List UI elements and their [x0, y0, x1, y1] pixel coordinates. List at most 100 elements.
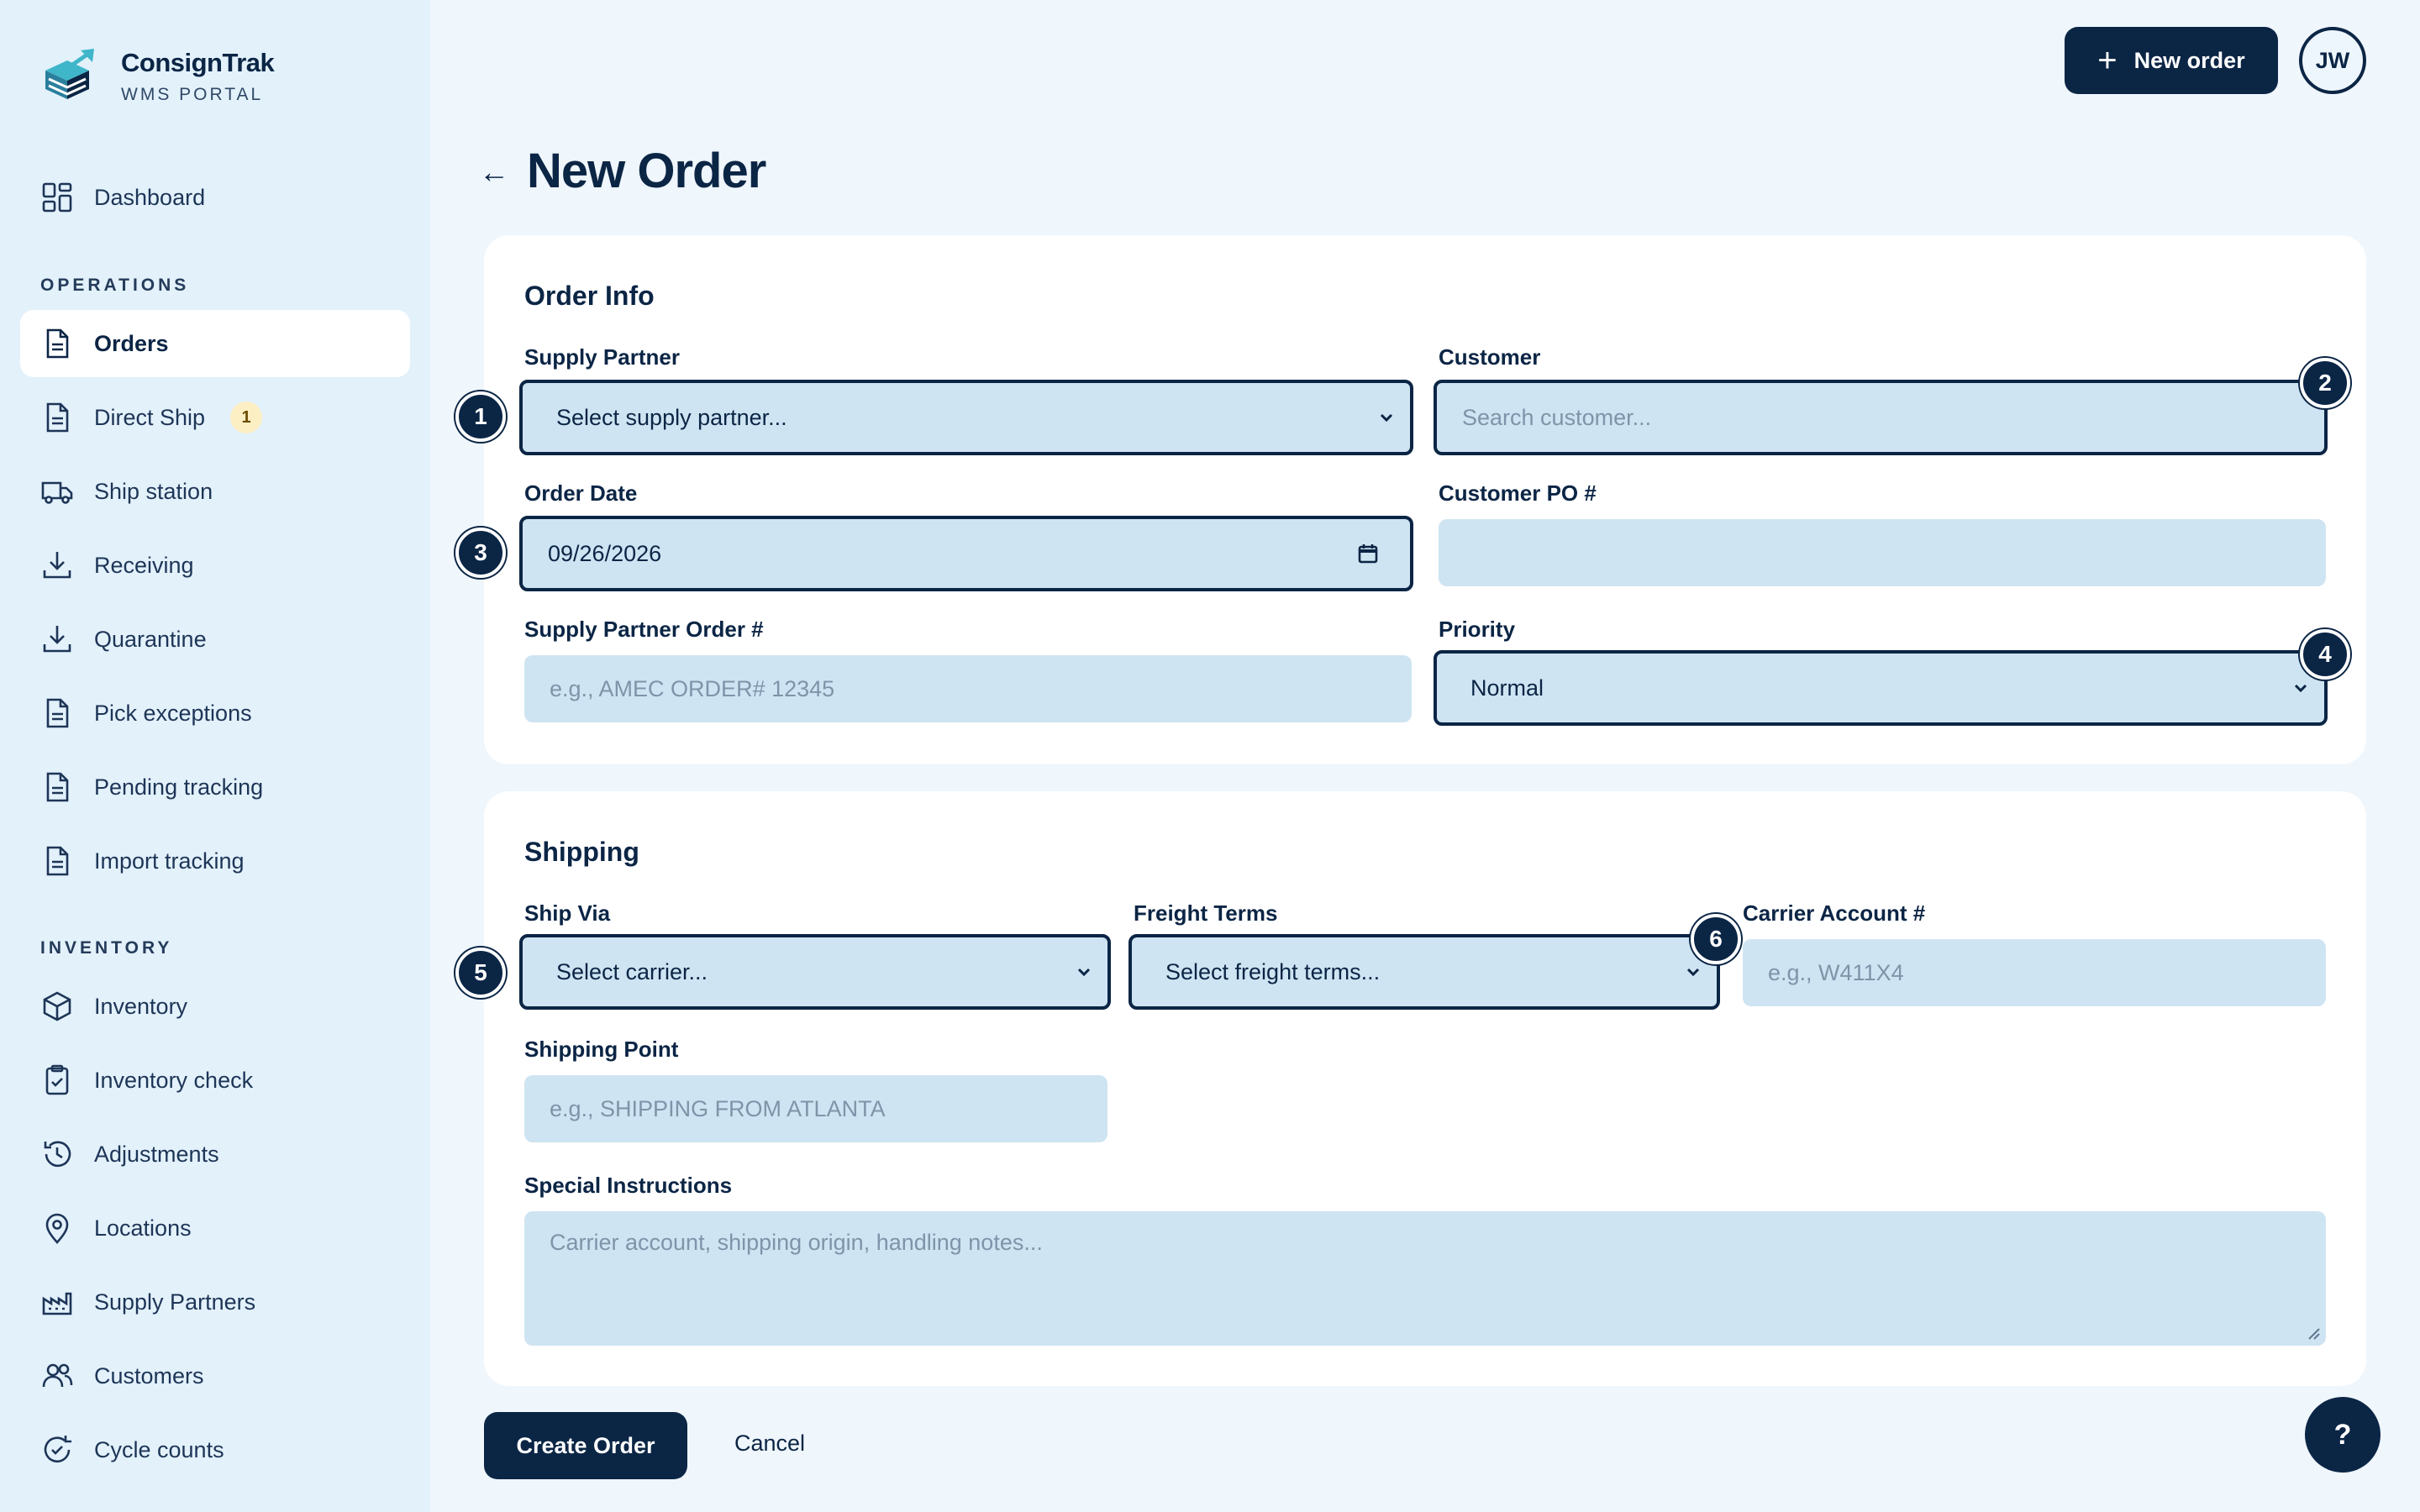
download-icon [40, 622, 74, 656]
ship-via-select[interactable]: Select carrier... [519, 934, 1111, 1010]
freight-terms-select[interactable]: Select freight terms... [1128, 934, 1720, 1010]
sidebar-item-pending-tracking[interactable]: Pending tracking [20, 753, 410, 821]
customer-search-input[interactable]: Search customer... [1434, 380, 2328, 455]
grid-icon [40, 181, 74, 214]
new-order-button[interactable]: + New order [2065, 27, 2278, 94]
customer-placeholder: Search customer... [1462, 404, 1652, 430]
sidebar-item-label: Customers [94, 1362, 204, 1389]
sidebar-item-dashboard[interactable]: Dashboard [20, 164, 410, 231]
step-marker-1: 1 [455, 391, 506, 442]
chevron-down-icon [1077, 968, 1091, 977]
sidebar-item-label: Orders [94, 330, 169, 356]
page-title: New Order [527, 144, 766, 198]
sidebar-item-label: Inventory check [94, 1067, 254, 1093]
cancel-button[interactable]: Cancel [734, 1431, 805, 1457]
order-info-title: Order Info [524, 281, 655, 311]
document-icon [40, 327, 74, 360]
download-icon [40, 549, 74, 582]
sidebar-item-label: Pending tracking [94, 774, 264, 800]
back-arrow-icon[interactable]: ← [479, 155, 509, 190]
special-instructions-textarea[interactable]: Carrier account, shipping origin, handli… [524, 1211, 2326, 1346]
sidebar-item-customers[interactable]: Customers [20, 1342, 410, 1410]
sidebar-item-label: Locations [94, 1215, 192, 1241]
step-marker-4: 4 [2300, 629, 2350, 680]
priority-label: Priority [1439, 617, 1516, 642]
consigntrak-logo-icon [45, 49, 94, 99]
customer-po-label: Customer PO # [1439, 480, 1597, 506]
sidebar-item-orders[interactable]: Orders [20, 310, 410, 377]
sidebar-item-pick-exceptions[interactable]: Pick exceptions [20, 680, 410, 747]
chevron-down-icon [1380, 413, 1393, 423]
history-icon [40, 1137, 74, 1171]
brand-name: ConsignTrak [121, 48, 275, 77]
ship-via-value: Select carrier... [556, 958, 708, 984]
document-icon [40, 696, 74, 730]
help-button[interactable]: ? [2305, 1397, 2381, 1473]
sidebar-item-label: Direct Ship [94, 404, 206, 430]
chevron-down-icon [1686, 968, 1700, 977]
map-pin-icon [40, 1211, 74, 1245]
shipping-point-input[interactable]: e.g., SHIPPING FROM ATLANTA [524, 1075, 1107, 1142]
create-order-button[interactable]: Create Order [484, 1412, 687, 1479]
priority-value: Normal [1470, 675, 1544, 701]
truck-icon [40, 475, 74, 508]
sidebar-item-adjustments[interactable]: Adjustments [20, 1121, 410, 1188]
document-icon [40, 401, 74, 434]
special-instructions-label: Special Instructions [524, 1173, 733, 1198]
resize-handle-icon[interactable] [2304, 1324, 2321, 1341]
supply-partner-value: Select supply partner... [556, 404, 787, 430]
shipping-card: Shipping Ship Via Select carrier... Frei… [484, 791, 2366, 1386]
sidebar-item-inventory[interactable]: Inventory [20, 973, 410, 1040]
order-date-value: 09/26/2026 [548, 540, 662, 566]
sidebar-item-cycle-counts[interactable]: Cycle counts [20, 1416, 410, 1483]
sidebar-item-label: Dashboard [94, 184, 206, 210]
sidebar-item-label: Supply Partners [94, 1289, 256, 1315]
sidebar-item-inventory-check[interactable]: Inventory check [20, 1047, 410, 1114]
users-icon [40, 1359, 74, 1393]
step-marker-2: 2 [2300, 358, 2350, 408]
order-info-card: Order Info Supply Partner Select supply … [484, 235, 2366, 764]
carrier-account-input[interactable]: e.g., W411X4 [1743, 939, 2326, 1006]
step-marker-5: 5 [455, 948, 506, 998]
sidebar-item-import-tracking[interactable]: Import tracking [20, 827, 410, 895]
factory-icon [40, 1285, 74, 1319]
carrier-account-placeholder: e.g., W411X4 [1768, 959, 1904, 985]
brand[interactable]: ConsignTrak WMS PORTAL [40, 47, 275, 106]
count-badge: 1 [230, 402, 263, 433]
sidebar-item-supply-partners[interactable]: Supply Partners [20, 1268, 410, 1336]
document-icon [40, 770, 74, 804]
section-label-inventory: INVENTORY [40, 938, 173, 958]
sidebar-item-locations[interactable]: Locations [20, 1194, 410, 1262]
sidebar-item-direct-ship[interactable]: Direct Ship 1 [20, 384, 410, 451]
chevron-down-icon [2294, 684, 2307, 693]
freight-terms-label: Freight Terms [1134, 900, 1278, 926]
sidebar-item-receiving[interactable]: Receiving [20, 532, 410, 599]
supply-partner-order-label: Supply Partner Order # [524, 617, 764, 642]
supply-partner-select[interactable]: Select supply partner... [519, 380, 1413, 455]
shipping-point-label: Shipping Point [524, 1037, 679, 1062]
priority-select[interactable]: Normal [1434, 650, 2328, 726]
step-marker-3: 3 [455, 528, 506, 578]
document-icon [40, 844, 74, 878]
brand-subtitle: WMS PORTAL [121, 85, 264, 104]
step-marker-6: 6 [1691, 914, 1741, 964]
sidebar-item-label: Cycle counts [94, 1436, 224, 1462]
section-label-operations: OPERATIONS [40, 276, 190, 295]
refresh-check-icon [40, 1433, 74, 1467]
sidebar-item-ship-station[interactable]: Ship station [20, 458, 410, 525]
avatar[interactable]: JW [2299, 27, 2366, 94]
sidebar-item-label: Inventory [94, 993, 188, 1019]
ship-via-label: Ship Via [524, 900, 611, 926]
supply-partner-order-input[interactable]: e.g., AMEC ORDER# 12345 [524, 655, 1412, 722]
sidebar-item-quarantine[interactable]: Quarantine [20, 606, 410, 673]
plus-icon: + [2097, 42, 2118, 79]
supply-partner-label: Supply Partner [524, 344, 680, 370]
customer-po-input[interactable] [1439, 519, 2326, 586]
supply-partner-order-placeholder: e.g., AMEC ORDER# 12345 [550, 675, 835, 701]
clipboard-check-icon [40, 1063, 74, 1097]
shipping-point-placeholder: e.g., SHIPPING FROM ATLANTA [550, 1095, 886, 1121]
order-date-input[interactable]: 09/26/2026 [519, 516, 1413, 591]
sidebar-item-label: Quarantine [94, 626, 207, 652]
box-icon [40, 990, 74, 1023]
sidebar-item-label: Import tracking [94, 848, 245, 874]
